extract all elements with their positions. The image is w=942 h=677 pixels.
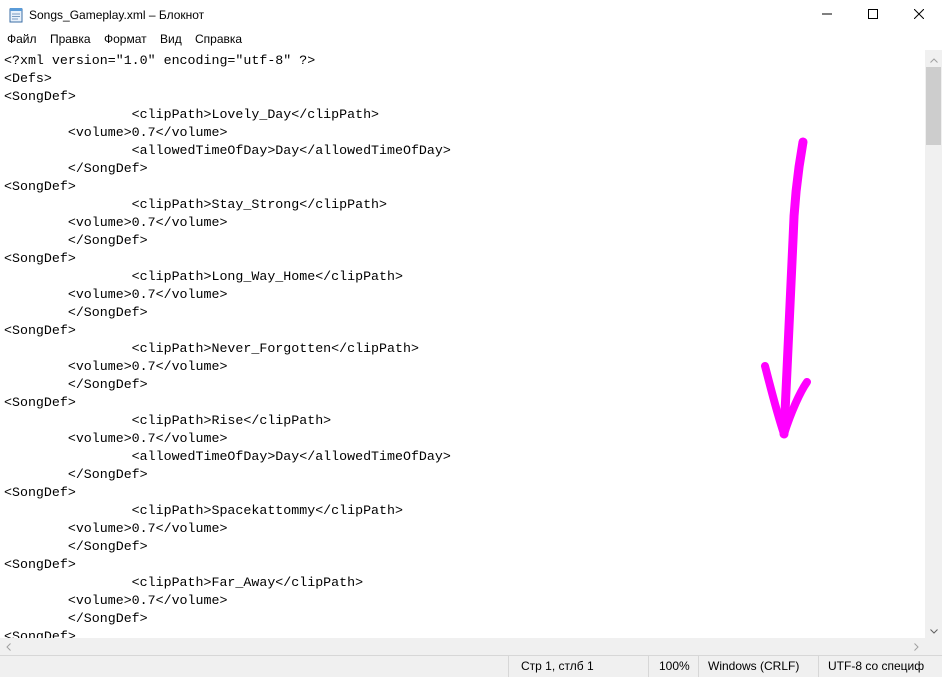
vertical-scroll-thumb[interactable]: [926, 67, 941, 145]
status-line-endings: Windows (CRLF): [708, 659, 800, 673]
editor-line: </SongDef>: [4, 467, 148, 482]
chevron-left-icon: [6, 638, 11, 656]
title-bar[interactable]: Songs_Gameplay.xml – Блокнот: [0, 0, 942, 30]
status-bar: Стр 1, стлб 1 100% Windows (CRLF) UTF-8 …: [0, 655, 942, 677]
editor-line: <clipPath>Stay_Strong</clipPath>: [4, 197, 388, 212]
editor-line: <SongDef>: [4, 323, 76, 338]
menu-bar: Файл Правка Формат Вид Справка: [0, 30, 942, 49]
notepad-app-icon: [9, 7, 23, 23]
chevron-up-icon: [929, 50, 938, 68]
editor-line: <clipPath>Long_Way_Home</clipPath>: [4, 269, 403, 284]
status-divider: [818, 656, 819, 677]
scroll-up-button[interactable]: [925, 50, 942, 67]
editor-line: <SongDef>: [4, 251, 76, 266]
status-encoding: UTF-8 со специф: [828, 659, 925, 673]
editor-line: <allowedTimeOfDay>Day</allowedTimeOfDay>: [4, 449, 451, 464]
editor-line: </SongDef>: [4, 611, 148, 626]
status-divider: [508, 656, 509, 677]
editor-line: <volume>0.7</volume>: [4, 215, 228, 230]
editor-line: <volume>0.7</volume>: [4, 125, 228, 140]
status-divider: [648, 656, 649, 677]
chevron-down-icon: [929, 621, 938, 639]
scroll-right-button[interactable]: [908, 638, 925, 655]
menu-edit[interactable]: Правка: [50, 32, 91, 46]
window-title: Songs_Gameplay.xml – Блокнот: [29, 8, 205, 22]
editor-content: <?xml version="1.0" encoding="utf-8" ?> <…: [4, 52, 451, 638]
menu-file[interactable]: Файл: [7, 32, 37, 46]
status-cursor-position: Стр 1, стлб 1: [521, 659, 594, 673]
status-divider: [698, 656, 699, 677]
status-zoom: 100%: [659, 659, 690, 673]
editor-line: <SongDef>: [4, 89, 76, 104]
menu-help[interactable]: Справка: [195, 32, 242, 46]
maximize-button[interactable]: [850, 0, 896, 30]
editor-line: <volume>0.7</volume>: [4, 593, 228, 608]
editor-line: <clipPath>Spacekattommy</clipPath>: [4, 503, 403, 518]
text-editor[interactable]: <?xml version="1.0" encoding="utf-8" ?> <…: [0, 50, 925, 638]
editor-line: <Defs>: [4, 71, 52, 86]
editor-line: </SongDef>: [4, 539, 148, 554]
editor-line: <SongDef>: [4, 179, 76, 194]
editor-line: <allowedTimeOfDay>Day</allowedTimeOfDay>: [4, 143, 451, 158]
editor-line: <volume>0.7</volume>: [4, 521, 228, 536]
editor-line: <clipPath>Never_Forgotten</clipPath>: [4, 341, 419, 356]
editor-line: <SongDef>: [4, 485, 76, 500]
close-icon: [913, 6, 925, 24]
editor-line: <volume>0.7</volume>: [4, 431, 228, 446]
editor-line: </SongDef>: [4, 161, 148, 176]
editor-line: <clipPath>Far_Away</clipPath>: [4, 575, 364, 590]
editor-line: <SongDef>: [4, 629, 76, 638]
editor-line: <?xml version="1.0" encoding="utf-8" ?>: [4, 53, 316, 68]
editor-line: <SongDef>: [4, 395, 76, 410]
chevron-right-icon: [914, 638, 919, 656]
editor-line: </SongDef>: [4, 377, 148, 392]
horizontal-scrollbar[interactable]: [0, 638, 925, 655]
scroll-left-button[interactable]: [0, 638, 17, 655]
menu-format[interactable]: Формат: [104, 32, 147, 46]
editor-line: <volume>0.7</volume>: [4, 359, 228, 374]
menu-view[interactable]: Вид: [160, 32, 182, 46]
editor-line: <SongDef>: [4, 557, 76, 572]
scroll-down-button[interactable]: [925, 621, 942, 638]
minimize-icon: [822, 6, 832, 24]
editor-line: <clipPath>Rise</clipPath>: [4, 413, 332, 428]
editor-line: </SongDef>: [4, 233, 148, 248]
close-button[interactable]: [896, 0, 942, 30]
maximize-icon: [868, 6, 878, 24]
scrollbar-corner: [925, 638, 942, 655]
editor-line: <volume>0.7</volume>: [4, 287, 228, 302]
minimize-button[interactable]: [804, 0, 850, 30]
editor-line: <clipPath>Lovely_Day</clipPath>: [4, 107, 380, 122]
vertical-scrollbar[interactable]: [925, 50, 942, 638]
editor-line: </SongDef>: [4, 305, 148, 320]
